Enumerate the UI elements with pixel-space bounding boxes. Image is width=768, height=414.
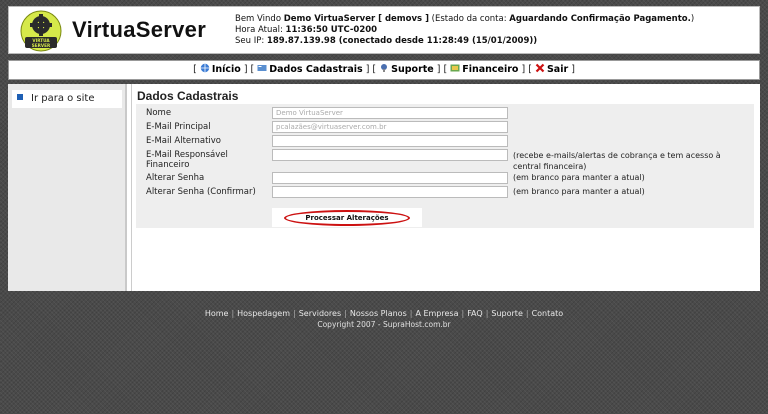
senha-note: (em branco para manter a atual) (513, 173, 645, 182)
time-value: 11:36:50 UTC-0200 (285, 25, 378, 35)
nav-dados-label: Dados Cadastrais (269, 64, 363, 75)
nav-inicio-label: Início (211, 64, 241, 75)
welcome-user: Demo VirtuaServer [ demovs ] (283, 14, 429, 24)
email-label: E-Mail Principal (146, 122, 211, 132)
nome-field[interactable] (272, 107, 508, 119)
processar-alteracoes-button[interactable]: Processar Alterações (284, 210, 410, 226)
footer-link-planos[interactable]: Nossos Planos (350, 309, 407, 318)
brand-title: VirtuaServer (72, 17, 207, 42)
senha-label: Alterar Senha (146, 173, 205, 183)
content-area: Ir para o site Dados Cadastrais Nome E-M… (8, 84, 760, 291)
page-title: Dados Cadastrais (137, 89, 239, 103)
email-field[interactable] (272, 121, 508, 133)
sidebar: Ir para o site (8, 84, 127, 291)
money-icon (450, 64, 460, 72)
form-row-email-alt: E-Mail Alternativo (136, 135, 754, 148)
email-fin-label: E-Mail Responsável Financeiro (146, 150, 228, 170)
footer-link-faq[interactable]: FAQ (467, 309, 483, 318)
card-icon (257, 65, 267, 71)
profile-form: Nome E-Mail Principal E-Mail Alternativo… (136, 104, 754, 228)
svg-text:SERVER: SERVER (32, 43, 51, 48)
senha-field[interactable] (272, 172, 508, 184)
footer-link-hospedagem[interactable]: Hospedagem (237, 309, 290, 318)
email-fin-field[interactable] (272, 149, 508, 161)
email-fin-note: (recebe e-mails/alertas de cobrança e te… (513, 151, 721, 171)
welcome-line: Bem Vindo Demo VirtuaServer [ demovs ] (… (235, 14, 694, 25)
nav-suporte-label: Suporte (391, 64, 434, 75)
footer-link-suporte[interactable]: Suporte (491, 309, 522, 318)
close-icon (535, 63, 545, 73)
sidebar-item-label: Ir para o site (31, 93, 95, 104)
email-alt-label: E-Mail Alternativo (146, 136, 222, 146)
support-icon (381, 64, 388, 72)
bullet-icon (17, 94, 23, 100)
status-suffix: ) (690, 14, 695, 24)
nav-financeiro[interactable]: Financeiro (450, 64, 518, 75)
senha-confirm-note: (em branco para manter a atual) (513, 187, 645, 196)
senha-confirm-field[interactable] (272, 186, 508, 198)
nav-sair[interactable]: Sair (535, 63, 569, 75)
ip-value: 189.87.139.98 (conectado desde 11:28:49 … (266, 36, 538, 46)
main-panel: Dados Cadastrais Nome E-Mail Principal E… (131, 84, 760, 291)
account-status: Aguardando Confirmação Pagamento. (509, 14, 691, 24)
header: VIRTUA SERVER VirtuaServer Bem Vindo Dem… (8, 6, 760, 54)
sidebar-item-site[interactable]: Ir para o site (12, 90, 122, 108)
welcome-prefix: Bem Vindo (235, 14, 284, 24)
nav-dados-cadastrais[interactable]: Dados Cadastrais (257, 64, 363, 75)
virtuaserver-logo[interactable]: VIRTUA SERVER (19, 10, 63, 52)
ip-line: Seu IP: 189.87.139.98 (conectado desde 1… (235, 36, 694, 47)
footer-links: Home | Hospedagem | Servidores | Nossos Planos… (204, 309, 564, 318)
globe-icon (200, 63, 210, 73)
form-row-email-fin: E-Mail Responsável Financeiro (recebe e-… (136, 149, 754, 171)
time-line: Hora Atual: 11:36:50 UTC-0200 (235, 25, 694, 36)
form-row-email: E-Mail Principal (136, 121, 754, 134)
nome-label: Nome (146, 108, 172, 118)
nav-financeiro-label: Financeiro (462, 64, 519, 75)
footer-link-empresa[interactable]: A Empresa (415, 309, 458, 318)
nav-inicio[interactable]: Início (200, 63, 241, 75)
email-alt-field[interactable] (272, 135, 508, 147)
footer-link-contato[interactable]: Contato (532, 309, 564, 318)
footer-link-home[interactable]: Home (205, 309, 229, 318)
senha-confirm-label: Alterar Senha (Confirmar) (146, 187, 256, 197)
nav-suporte[interactable]: Suporte (379, 64, 434, 75)
form-row-senha: Alterar Senha (em branco para manter a a… (136, 172, 754, 185)
status-prefix: (Estado da conta: (428, 14, 510, 24)
ip-label: Seu IP: (235, 36, 267, 46)
copyright: Copyright 2007 - SupraHost.com.br (317, 320, 451, 329)
footer-link-servidores[interactable]: Servidores (299, 309, 341, 318)
top-nav: [ Início ] [ Dados Cadastrais ] [ Suport… (8, 60, 760, 80)
nav-sair-label: Sair (546, 64, 569, 75)
submit-area: Processar Alterações (272, 208, 422, 227)
form-row-nome: Nome (136, 107, 754, 120)
form-row-senha-confirm: Alterar Senha (Confirmar) (em branco par… (136, 186, 754, 199)
user-info: Bem Vindo Demo VirtuaServer [ demovs ] (… (235, 14, 694, 47)
time-label: Hora Atual: (235, 25, 286, 35)
